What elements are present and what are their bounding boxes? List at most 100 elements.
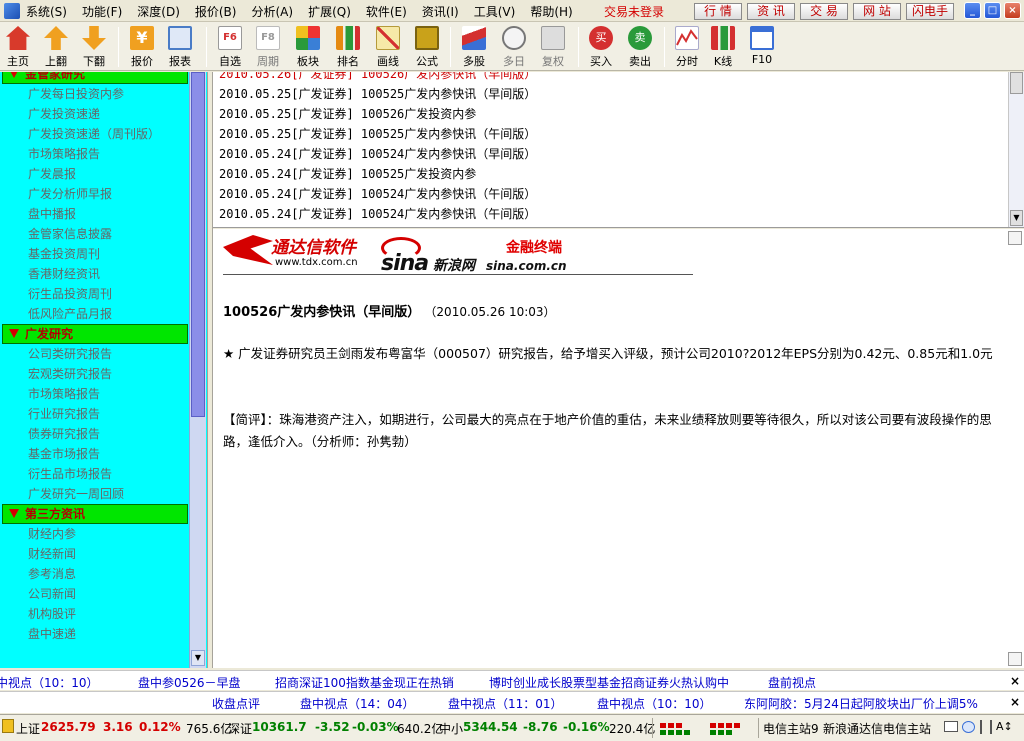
- menu-system[interactable]: 系统(S): [26, 3, 67, 20]
- sidebar-item[interactable]: 公司新闻: [2, 584, 188, 604]
- news-list-scrollbar[interactable]: ▼: [1008, 72, 1024, 227]
- sidebar-item[interactable]: 金管家信息披露: [2, 224, 188, 244]
- sidebar-item[interactable]: 低风险产品月报: [2, 304, 188, 324]
- buy-button[interactable]: 买买入: [583, 24, 619, 70]
- sidebar-item[interactable]: 市场策略报告: [2, 384, 188, 404]
- maximize-button[interactable]: □: [984, 2, 1001, 19]
- lock-icon[interactable]: [2, 719, 14, 733]
- draw-line-button[interactable]: 画线: [370, 24, 406, 70]
- pane-maximize-icon[interactable]: [1008, 231, 1022, 245]
- scroll-down-arrow-icon[interactable]: ▼: [1010, 210, 1023, 226]
- sidebar-scroll-thumb[interactable]: [191, 72, 205, 417]
- menu-software[interactable]: 软件(E): [366, 3, 407, 20]
- ticker-item[interactable]: 中视点（10：10）: [0, 674, 99, 691]
- quote-button[interactable]: ¥ 报价: [124, 24, 160, 70]
- sidebar-item[interactable]: 广发投资速递（周刊版）: [2, 124, 188, 144]
- multi-day-button[interactable]: 多日: [496, 24, 532, 70]
- watchlist-button[interactable]: F6 自选: [212, 24, 248, 70]
- sidebar-item[interactable]: 盘中播报: [2, 204, 188, 224]
- server-name[interactable]: 电信主站9: [763, 720, 819, 737]
- intraday-button[interactable]: 分时: [669, 24, 705, 70]
- sidebar-item[interactable]: 债券研究报告: [2, 424, 188, 444]
- news-row[interactable]: 2010.05.24[广发证券] 100525广发投资内参: [219, 164, 476, 184]
- sidebar-item[interactable]: 广发投资速递: [2, 104, 188, 124]
- page-up-button[interactable]: 上翻: [38, 24, 74, 70]
- app-logo-icon[interactable]: [4, 3, 20, 19]
- news-row[interactable]: 2010.05.25[广发证券] 100526广发投资内参: [219, 104, 476, 124]
- sidebar-item[interactable]: 广发每日投资内参: [2, 84, 188, 104]
- menu-extend[interactable]: 扩展(Q): [308, 3, 351, 20]
- news-button[interactable]: 资 讯: [747, 3, 795, 20]
- period-button[interactable]: F8 周期: [250, 24, 286, 70]
- scroll-down-arrow-icon[interactable]: ▼: [191, 650, 205, 666]
- sidebar-item[interactable]: 市场策略报告: [2, 144, 188, 164]
- news-list-scroll-thumb[interactable]: [1010, 72, 1023, 94]
- menu-depth[interactable]: 深度(D): [137, 3, 180, 20]
- close-window-button[interactable]: ×: [1004, 2, 1021, 19]
- news-row[interactable]: 2010.05.24[广发证券] 100524广发内参快讯（午间版）: [219, 184, 536, 204]
- resize-grip-icon[interactable]: [1008, 652, 1022, 666]
- sidebar-item[interactable]: 广发研究一周回顾: [2, 484, 188, 504]
- flash-trade-button[interactable]: 闪电手: [906, 3, 954, 20]
- news-row[interactable]: 2010.05.24[广发证券] 100524广发内参快讯（午间版）: [219, 204, 536, 224]
- close-icon[interactable]: ×: [1010, 674, 1020, 688]
- sidebar-item[interactable]: 香港财经资讯: [2, 264, 188, 284]
- mail-icon[interactable]: [944, 721, 958, 732]
- sidebar-item[interactable]: 机构股评: [2, 604, 188, 624]
- home-button[interactable]: 主页: [0, 24, 36, 70]
- news-row[interactable]: 2010.05.25[广发证券] 100525广发内参快讯（午间版）: [219, 124, 536, 144]
- font-size-icon[interactable]: A↕: [996, 720, 1013, 733]
- sidebar-item[interactable]: 基金投资周刊: [2, 244, 188, 264]
- sidebar-item[interactable]: 财经新闻: [2, 544, 188, 564]
- globe-icon[interactable]: [962, 721, 975, 733]
- sidebar-item[interactable]: 基金市场报告: [2, 444, 188, 464]
- news-row[interactable]: 2010.05.24[广发证券] 100524广发内参快讯（早间版）: [219, 144, 536, 164]
- sidebar-item[interactable]: 财经内参: [2, 524, 188, 544]
- menu-info[interactable]: 资讯(I): [422, 3, 459, 20]
- formula-button[interactable]: 公式: [409, 24, 445, 70]
- ticker-item[interactable]: 盘前视点: [768, 674, 816, 691]
- ticker-item[interactable]: 招商深证100指数基金现正在热销: [275, 674, 454, 691]
- sidebar-item[interactable]: 广发晨报: [2, 164, 188, 184]
- sidebar-item[interactable]: 参考消息: [2, 564, 188, 584]
- ticker-item[interactable]: 盘中视点（14：04）: [300, 695, 415, 712]
- sidebar-item[interactable]: 宏观类研究报告: [2, 364, 188, 384]
- website-button[interactable]: 网 站: [853, 3, 901, 20]
- news-row[interactable]: 2010.05.25[广发证券] 100525广发内参快讯（早间版）: [219, 84, 536, 104]
- sidebar-item[interactable]: 广发分析师早报: [2, 184, 188, 204]
- sell-button[interactable]: 卖卖出: [622, 24, 658, 70]
- ticker-item[interactable]: 东阿阿胶：5月24日起阿胶块出厂价上调5%: [744, 695, 978, 712]
- section-header-gf-research[interactable]: 广发研究: [2, 324, 188, 344]
- sidebar-item[interactable]: 行业研究报告: [2, 404, 188, 424]
- f10-button[interactable]: F10: [744, 24, 780, 70]
- section-header-third-party[interactable]: 第三方资讯: [2, 504, 188, 524]
- menu-help[interactable]: 帮助(H): [530, 3, 572, 20]
- ticker-item[interactable]: 收盘点评: [212, 695, 260, 712]
- sector-button[interactable]: 板块: [290, 24, 326, 70]
- page-down-button[interactable]: 下翻: [76, 24, 112, 70]
- menu-analysis[interactable]: 分析(A): [251, 3, 293, 20]
- report-button[interactable]: 报表: [162, 24, 198, 70]
- news-row-selected[interactable]: 2010.05.26[广发证券] 100526广发内参快讯（早间版）: [219, 72, 536, 84]
- ticker-item[interactable]: 盘中参0526－早盘: [138, 674, 241, 691]
- adjust-rights-button[interactable]: 复权: [535, 24, 571, 70]
- ticker-item[interactable]: 盘中视点（11：01）: [448, 695, 563, 712]
- ticker-item[interactable]: 盘中视点（10：10）: [597, 695, 712, 712]
- multi-stock-button[interactable]: 多股: [456, 24, 492, 70]
- minimize-button[interactable]: _: [964, 2, 981, 19]
- trade-button[interactable]: 交 易: [800, 3, 848, 20]
- menu-tools[interactable]: 工具(V): [474, 3, 516, 20]
- kline-button[interactable]: K线: [705, 24, 741, 70]
- sidebar-scrollbar[interactable]: ▼: [189, 72, 206, 668]
- market-button[interactable]: 行 情: [694, 3, 742, 20]
- trade-login-status[interactable]: 交易未登录: [604, 3, 664, 20]
- section-header-jinguanjia[interactable]: 金管家研究: [2, 72, 188, 84]
- menu-function[interactable]: 功能(F): [82, 3, 122, 20]
- sidebar-item[interactable]: 公司类研究报告: [2, 344, 188, 364]
- ranking-button[interactable]: 排名: [330, 24, 366, 70]
- sidebar-item[interactable]: 衍生品投资周刊: [2, 284, 188, 304]
- close-icon[interactable]: ×: [1010, 695, 1020, 709]
- sidebar-item[interactable]: 盘中速递: [2, 624, 188, 644]
- menu-quote[interactable]: 报价(B): [195, 3, 237, 20]
- ticker-item[interactable]: 博时创业成长股票型基金招商证券火热认购中: [489, 674, 729, 691]
